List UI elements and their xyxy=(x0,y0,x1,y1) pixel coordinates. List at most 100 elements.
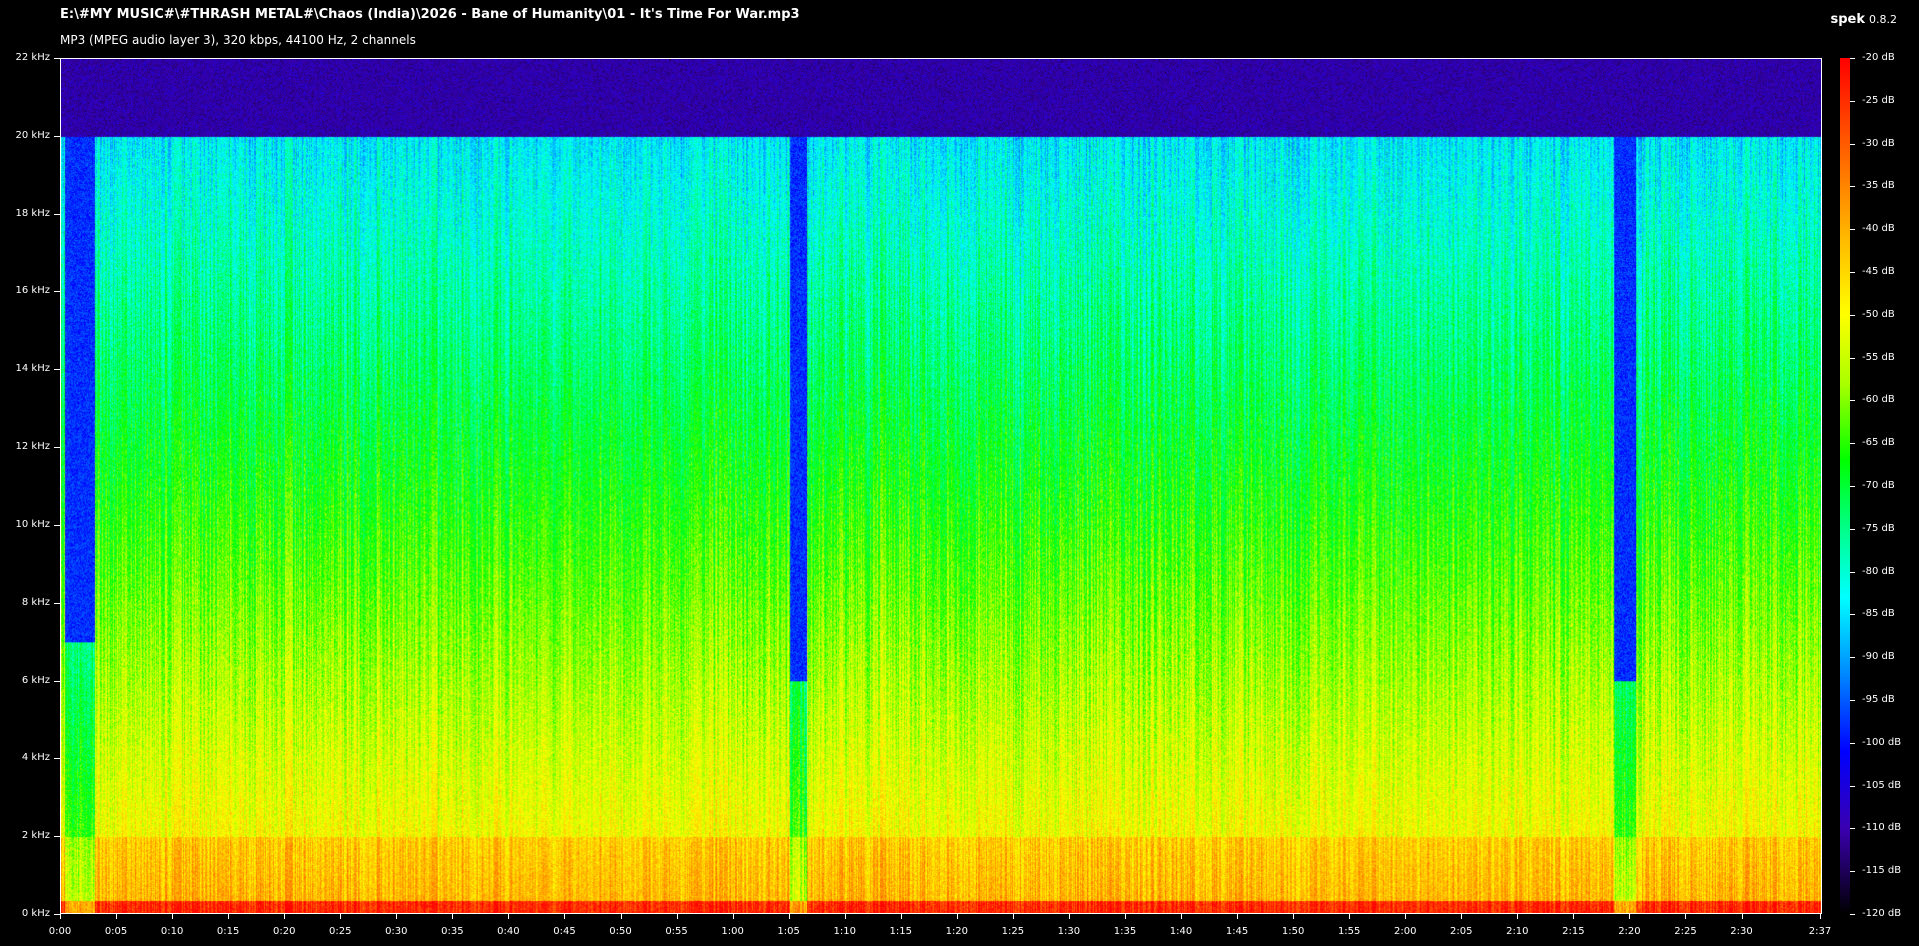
time-tick-label: 2:20 xyxy=(1618,926,1641,937)
db-tick-label: -70 dB xyxy=(1862,480,1895,491)
db-tick-label: -40 dB xyxy=(1862,223,1895,235)
frequency-tick-label: 6 kHz xyxy=(21,674,50,686)
time-tick xyxy=(1068,914,1070,919)
spectrogram-plot[interactable] xyxy=(60,58,1822,914)
time-tick xyxy=(1181,914,1183,919)
time-axis-line xyxy=(60,913,1822,914)
time-tick xyxy=(1573,914,1575,919)
db-tick xyxy=(1850,486,1855,487)
db-tick xyxy=(1850,828,1855,830)
time-tick xyxy=(116,914,118,919)
time-tick-label: 1:45 xyxy=(1225,926,1249,937)
frequency-tick-label: 4 kHz xyxy=(21,752,50,764)
frequency-tick xyxy=(54,447,60,449)
time-tick-label: 0:15 xyxy=(216,926,240,937)
db-tick-label: -75 dB xyxy=(1862,522,1895,534)
db-tick xyxy=(1850,614,1855,616)
time-tick xyxy=(1517,914,1519,919)
frequency-tick xyxy=(54,58,60,59)
db-tick-label: -55 dB xyxy=(1862,351,1895,363)
time-tick-label: 0:30 xyxy=(385,926,408,937)
time-tick xyxy=(284,914,286,919)
time-tick xyxy=(844,914,846,919)
app-name: spek xyxy=(1830,12,1865,27)
db-tick xyxy=(1850,357,1855,359)
frequency-tick xyxy=(54,369,60,371)
app-brand: spek 0.8.2 xyxy=(1830,8,1897,27)
time-tick xyxy=(1741,914,1743,919)
time-tick xyxy=(1349,914,1351,919)
frequency-tick xyxy=(54,135,60,137)
frequency-tick xyxy=(54,680,60,682)
db-tick-label: -50 dB xyxy=(1862,308,1895,320)
db-tick-label: -60 dB xyxy=(1862,394,1895,406)
time-tick-label: 2:30 xyxy=(1730,926,1753,937)
frequency-tick xyxy=(54,291,60,293)
time-tick-label: 0:05 xyxy=(104,926,128,937)
db-tick xyxy=(1850,58,1855,59)
time-tick-label: 0:00 xyxy=(48,926,72,937)
frequency-tick-label: 0 kHz xyxy=(21,908,50,919)
spectrogram-canvas[interactable] xyxy=(61,59,1821,914)
time-tick-label: 0:20 xyxy=(272,926,296,937)
db-tick xyxy=(1850,914,1855,915)
db-tick xyxy=(1850,871,1855,873)
db-tick xyxy=(1850,742,1855,744)
db-tick xyxy=(1850,186,1855,188)
time-tick xyxy=(172,914,174,919)
time-tick xyxy=(1124,914,1126,919)
time-tick xyxy=(956,914,958,919)
db-tick xyxy=(1850,400,1855,402)
file-info: MP3 (MPEG audio layer 3), 320 kbps, 4410… xyxy=(60,33,416,47)
frequency-tick-label: 20 kHz xyxy=(15,129,50,141)
time-tick-label: 0:35 xyxy=(441,926,464,937)
db-tick xyxy=(1850,657,1855,659)
db-tick-label: -65 dB xyxy=(1862,437,1895,449)
db-tick-label: -45 dB xyxy=(1862,266,1895,277)
time-tick xyxy=(1629,914,1631,919)
db-tick-label: -35 dB xyxy=(1862,180,1895,192)
db-tick-label: -85 dB xyxy=(1862,608,1895,620)
db-tick-label: -110 dB xyxy=(1862,822,1902,834)
time-tick-label: 0:25 xyxy=(329,926,352,937)
time-tick xyxy=(60,914,61,919)
time-tick xyxy=(508,914,510,919)
time-tick xyxy=(340,914,342,919)
time-tick-label: 2:05 xyxy=(1450,926,1473,937)
frequency-tick-label: 22 kHz xyxy=(15,52,50,63)
db-tick xyxy=(1850,528,1855,530)
db-tick xyxy=(1850,229,1855,231)
time-tick-label: 0:55 xyxy=(665,926,688,937)
db-tick xyxy=(1850,100,1855,102)
frequency-tick-label: 12 kHz xyxy=(15,441,50,453)
app-version: 0.8.2 xyxy=(1869,13,1897,26)
time-tick-label: 0:10 xyxy=(160,926,184,937)
db-tick xyxy=(1850,571,1855,573)
db-tick-label: -30 dB xyxy=(1862,137,1895,149)
time-tick-label: 2:10 xyxy=(1506,926,1529,937)
frequency-tick-label: 2 kHz xyxy=(21,830,50,842)
db-tick-label: -115 dB xyxy=(1862,865,1902,877)
time-tick xyxy=(1237,914,1239,919)
db-color-scale xyxy=(1840,58,1850,914)
time-tick-label: 0:40 xyxy=(497,926,520,937)
time-tick xyxy=(676,914,678,919)
time-tick-label: 1:30 xyxy=(1057,926,1081,937)
time-tick xyxy=(1012,914,1014,919)
time-tick-label: 2:37 xyxy=(1808,926,1832,937)
db-tick xyxy=(1850,272,1855,273)
db-tick-label: -90 dB xyxy=(1862,651,1895,663)
time-tick-label: 2:00 xyxy=(1393,926,1417,937)
db-tick-label: -100 dB xyxy=(1862,736,1902,748)
time-tick-label: 1:00 xyxy=(721,926,744,937)
time-tick-label: 1:35 xyxy=(1113,926,1137,937)
time-tick-label: 1:25 xyxy=(1001,926,1025,937)
time-tick-label: 1:05 xyxy=(777,926,800,937)
time-tick xyxy=(788,914,790,919)
frequency-tick-label: 18 kHz xyxy=(15,207,50,219)
frequency-tick-label: 8 kHz xyxy=(21,596,50,608)
frequency-tick xyxy=(54,602,60,604)
db-tick xyxy=(1850,700,1855,701)
time-tick xyxy=(732,914,734,919)
time-tick-label: 2:25 xyxy=(1674,926,1697,937)
